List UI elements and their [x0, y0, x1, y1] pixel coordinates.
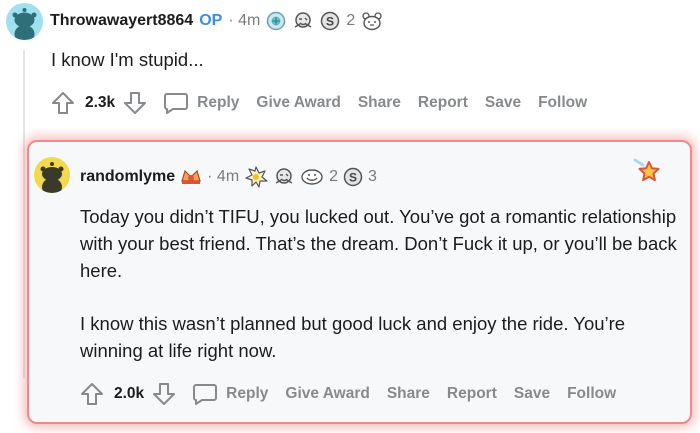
- globe-award-icon[interactable]: [266, 11, 286, 31]
- comment-body: I know I'm stupid...: [51, 49, 204, 70]
- upvote-icon[interactable]: [80, 382, 104, 406]
- follow-button[interactable]: Follow: [567, 385, 616, 403]
- report-button[interactable]: Report: [447, 385, 497, 403]
- username[interactable]: Throwawayert8864: [50, 12, 193, 30]
- award-count: 3: [368, 168, 377, 185]
- username[interactable]: randomlyme: [80, 168, 175, 186]
- score: 2.3k: [85, 94, 116, 111]
- star-icon[interactable]: [633, 156, 663, 191]
- avatar[interactable]: [34, 157, 70, 193]
- wink-award-icon[interactable]: [273, 167, 295, 187]
- flair-icon: [180, 167, 202, 187]
- avatar[interactable]: [6, 3, 43, 40]
- op-badge: OP: [199, 12, 223, 29]
- upvote-icon[interactable]: [51, 91, 75, 115]
- give-award-button[interactable]: Give Award: [285, 385, 369, 403]
- report-button[interactable]: Report: [418, 94, 468, 112]
- timestamp[interactable]: · 4m: [228, 12, 260, 30]
- silver-award-icon[interactable]: S: [343, 167, 363, 187]
- snoo-avatar-icon: [40, 162, 64, 193]
- svg-text:S: S: [349, 171, 357, 185]
- wink-award-icon[interactable]: [292, 11, 314, 31]
- comment-paragraph: Today you didn’t TIFU, you lucked out. Y…: [80, 206, 677, 281]
- award-count: 2: [346, 12, 356, 29]
- score: 2.0k: [114, 385, 145, 402]
- reply-button[interactable]: Reply: [226, 385, 268, 403]
- snoo-avatar-icon: [12, 8, 37, 40]
- timestamp[interactable]: · 4m: [207, 168, 239, 186]
- comment-paragraph: I know this wasn’t planned but good luck…: [80, 313, 626, 361]
- save-button[interactable]: Save: [514, 385, 550, 403]
- smile-award-icon[interactable]: [300, 168, 324, 186]
- svg-text:S: S: [326, 15, 334, 29]
- share-button[interactable]: Share: [358, 94, 401, 112]
- reply-button[interactable]: Reply: [197, 94, 239, 112]
- downvote-icon[interactable]: [152, 382, 176, 406]
- save-button[interactable]: Save: [485, 94, 521, 112]
- bear-award-icon[interactable]: [361, 11, 383, 31]
- give-award-button[interactable]: Give Award: [256, 94, 340, 112]
- starburst-award-icon[interactable]: [244, 166, 268, 188]
- award-count: 2: [329, 168, 339, 185]
- reply-icon[interactable]: [192, 382, 218, 406]
- silver-award-icon[interactable]: S: [320, 11, 340, 31]
- thread-line[interactable]: [23, 50, 25, 378]
- downvote-icon[interactable]: [123, 91, 147, 115]
- share-button[interactable]: Share: [387, 385, 430, 403]
- reply-icon[interactable]: [163, 91, 189, 115]
- follow-button[interactable]: Follow: [538, 94, 587, 112]
